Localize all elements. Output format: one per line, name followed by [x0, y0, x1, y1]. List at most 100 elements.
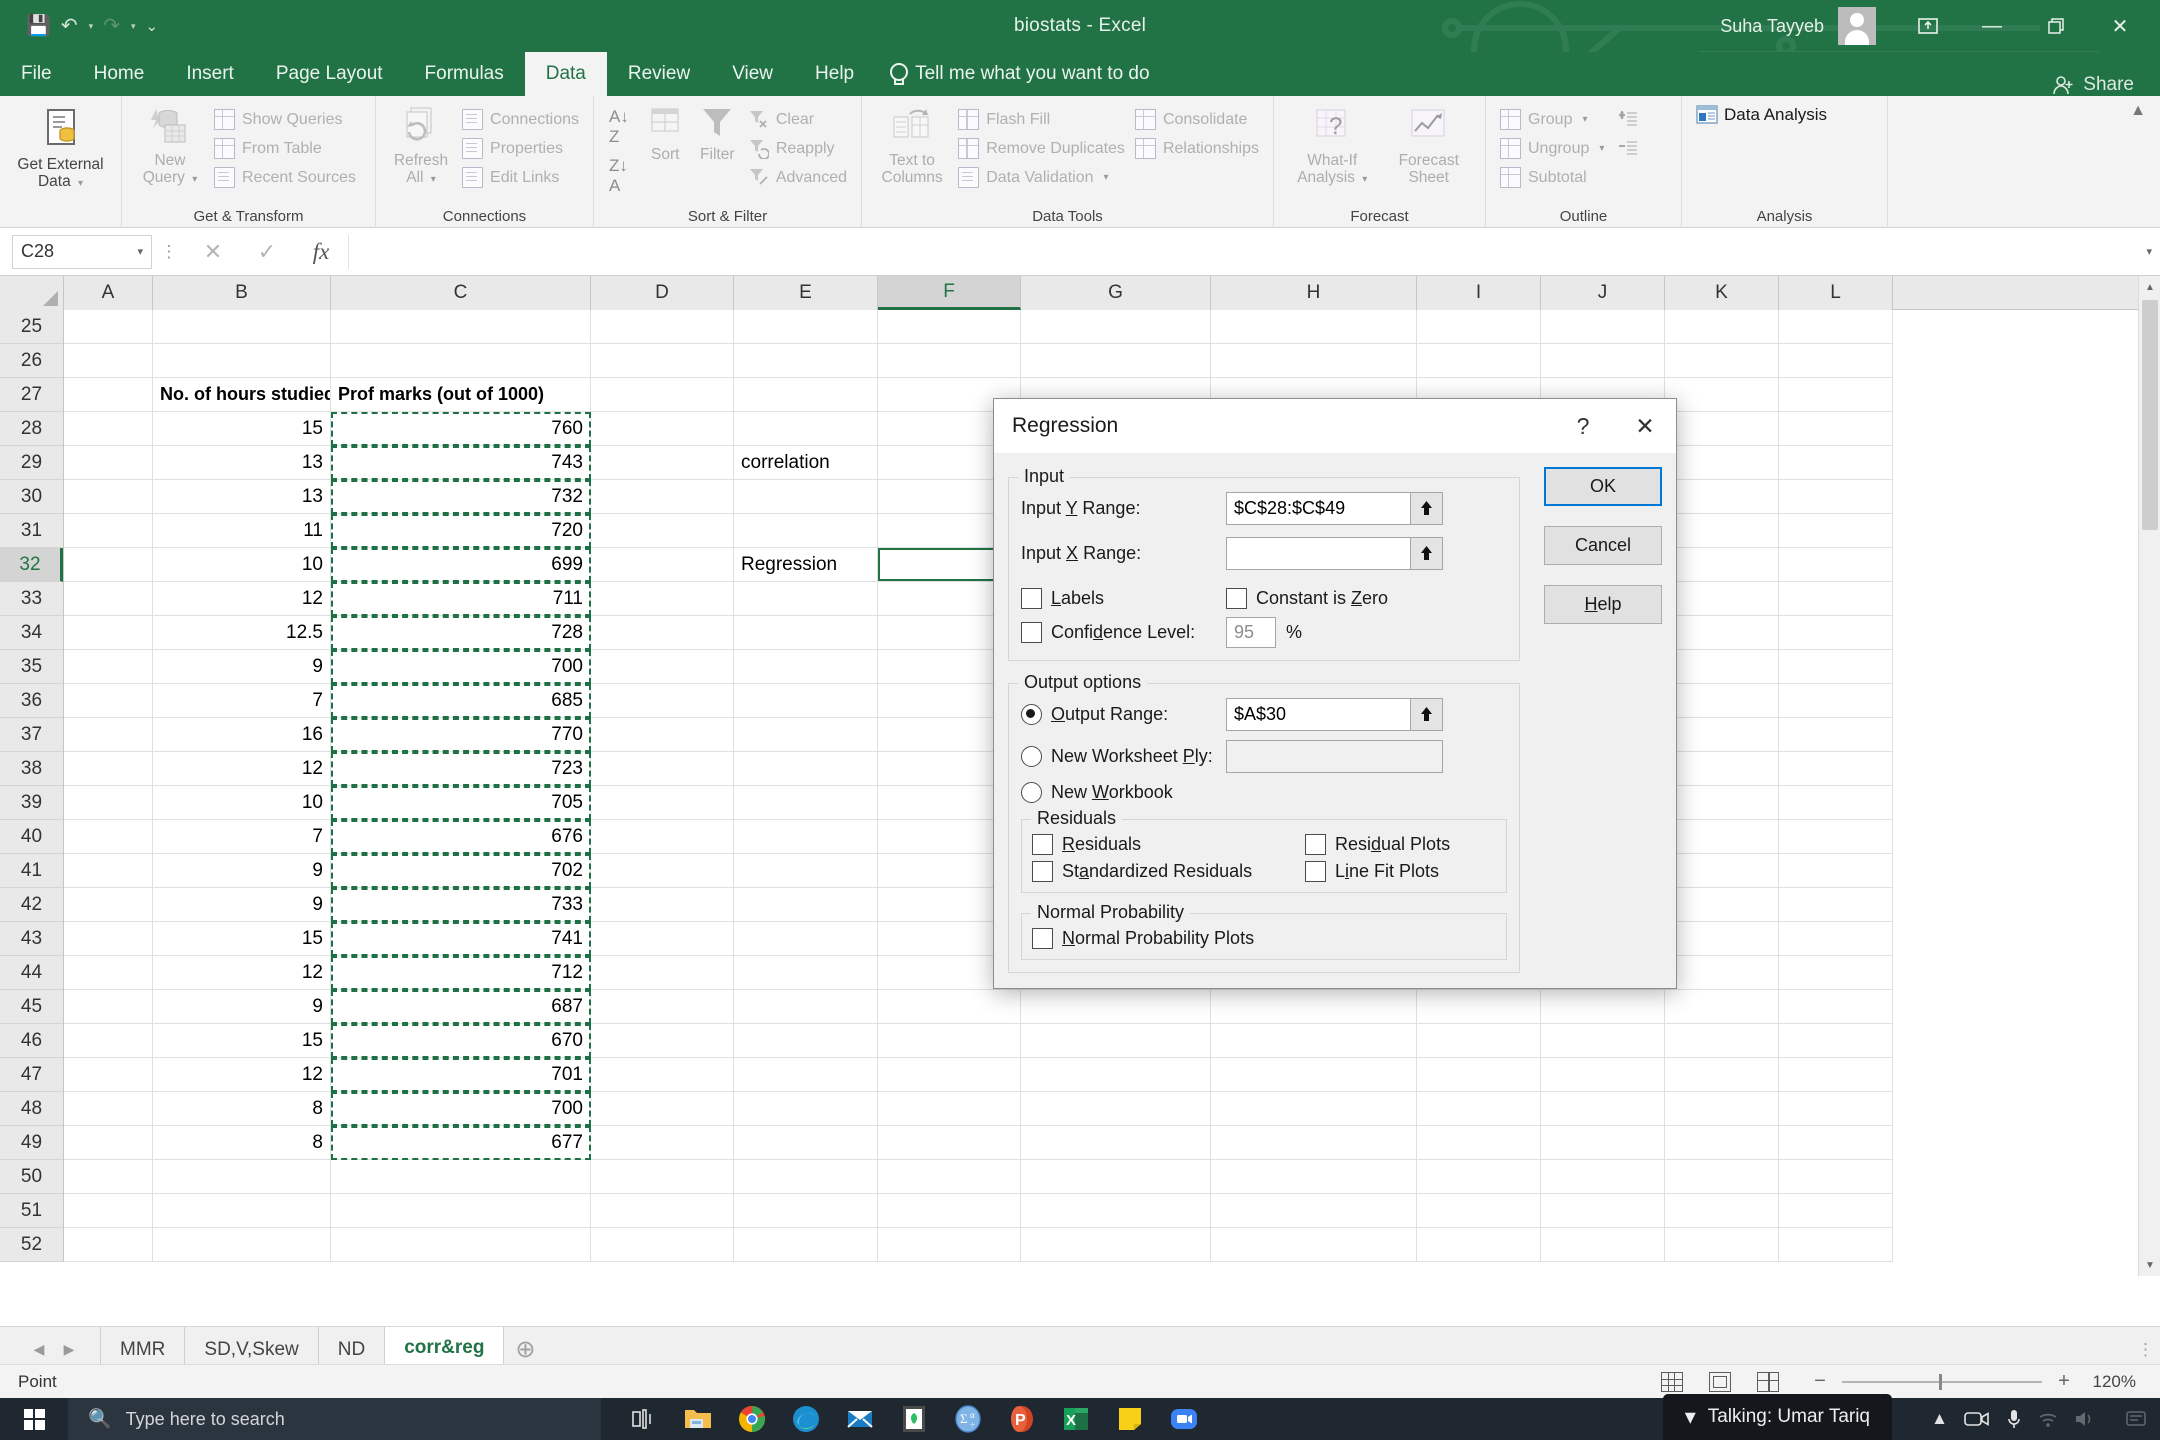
cell-A48[interactable]	[64, 1092, 153, 1126]
cell-K42[interactable]	[1665, 888, 1779, 922]
cell-K41[interactable]	[1665, 854, 1779, 888]
column-header-A[interactable]: A	[64, 276, 153, 310]
cell-G52[interactable]	[1021, 1228, 1211, 1262]
constant-is-zero-checkbox[interactable]	[1226, 588, 1247, 609]
tab-file[interactable]: File	[0, 52, 73, 96]
residual-plots-checkbox-row[interactable]: Residual Plots	[1305, 834, 1450, 855]
cell-L33[interactable]	[1779, 582, 1893, 616]
cell-K46[interactable]	[1665, 1024, 1779, 1058]
share-button[interactable]: Share	[2052, 74, 2160, 96]
cell-E41[interactable]	[734, 854, 878, 888]
cell-A29[interactable]	[64, 446, 153, 480]
reapply-button[interactable]: Reapply	[743, 135, 852, 162]
cell-A47[interactable]	[64, 1058, 153, 1092]
select-all-corner[interactable]	[0, 276, 64, 310]
zoom-in-button[interactable]: +	[2054, 1370, 2074, 1393]
cell-E47[interactable]	[734, 1058, 878, 1092]
cell-H52[interactable]	[1211, 1228, 1417, 1262]
cell-L47[interactable]	[1779, 1058, 1893, 1092]
row-header-48[interactable]: 48	[0, 1092, 63, 1126]
cell-E40[interactable]	[734, 820, 878, 854]
row-header-49[interactable]: 49	[0, 1126, 63, 1160]
cell-I45[interactable]	[1417, 990, 1541, 1024]
cell-D30[interactable]	[591, 480, 734, 514]
column-header-D[interactable]: D	[591, 276, 734, 310]
cell-K28[interactable]	[1665, 412, 1779, 446]
cell-C46[interactable]: 670	[331, 1024, 591, 1058]
row-header-35[interactable]: 35	[0, 650, 63, 684]
cell-D26[interactable]	[591, 344, 734, 378]
confidence-level-checkbox[interactable]	[1021, 622, 1042, 643]
cell-B27[interactable]: No. of hours studied	[153, 378, 331, 412]
taskbar-search[interactable]: 🔍 Type here to search	[68, 1398, 601, 1440]
cell-C38[interactable]: 723	[331, 752, 591, 786]
cell-L51[interactable]	[1779, 1194, 1893, 1228]
cell-H50[interactable]	[1211, 1160, 1417, 1194]
page-break-view-button[interactable]	[1744, 1367, 1792, 1397]
column-header-K[interactable]: K	[1665, 276, 1779, 310]
cell-B46[interactable]: 15	[153, 1024, 331, 1058]
network-icon[interactable]	[2038, 1410, 2058, 1428]
cell-B47[interactable]: 12	[153, 1058, 331, 1092]
cell-L40[interactable]	[1779, 820, 1893, 854]
cell-I49[interactable]	[1417, 1126, 1541, 1160]
row-header-40[interactable]: 40	[0, 820, 63, 854]
row-header-30[interactable]: 30	[0, 480, 63, 514]
cell-J26[interactable]	[1541, 344, 1665, 378]
cell-F48[interactable]	[878, 1092, 1021, 1126]
new-worksheet-ply-field[interactable]	[1226, 740, 1443, 773]
volume-icon[interactable]	[2074, 1410, 2094, 1428]
cell-H49[interactable]	[1211, 1126, 1417, 1160]
chevron-down-icon[interactable]: ▾	[192, 174, 197, 185]
cell-D36[interactable]	[591, 684, 734, 718]
cell-L39[interactable]	[1779, 786, 1893, 820]
cell-D48[interactable]	[591, 1092, 734, 1126]
cell-E32[interactable]: Regression	[734, 548, 878, 582]
cell-E25[interactable]	[734, 310, 878, 344]
chevron-down-icon[interactable]: ▾	[137, 245, 143, 258]
cell-L44[interactable]	[1779, 956, 1893, 990]
chrome-icon[interactable]	[727, 1398, 777, 1440]
cell-F25[interactable]	[878, 310, 1021, 344]
cell-L37[interactable]	[1779, 718, 1893, 752]
cell-B39[interactable]: 10	[153, 786, 331, 820]
cell-L42[interactable]	[1779, 888, 1893, 922]
data-analysis-button[interactable]: Data Analysis	[1691, 101, 1832, 128]
scroll-up-icon[interactable]: ▲	[2139, 276, 2160, 298]
powerpoint-icon[interactable]: P	[997, 1398, 1047, 1440]
advanced-filter-button[interactable]: Advanced	[743, 164, 852, 191]
column-header-F[interactable]: F	[878, 276, 1021, 310]
line-fit-plots-checkbox[interactable]	[1305, 861, 1326, 882]
cell-C30[interactable]: 732	[331, 480, 591, 514]
cell-A40[interactable]	[64, 820, 153, 854]
cell-E51[interactable]	[734, 1194, 878, 1228]
cell-K49[interactable]	[1665, 1126, 1779, 1160]
cell-C51[interactable]	[331, 1194, 591, 1228]
cell-J45[interactable]	[1541, 990, 1665, 1024]
row-header-31[interactable]: 31	[0, 514, 63, 548]
column-header-E[interactable]: E	[734, 276, 878, 310]
zoom-slider[interactable]	[1842, 1381, 2042, 1383]
get-external-data-button[interactable]: Get External Data ▾	[9, 103, 112, 192]
cell-C29[interactable]: 743	[331, 446, 591, 480]
column-header-B[interactable]: B	[153, 276, 331, 310]
cell-J47[interactable]	[1541, 1058, 1665, 1092]
cell-F52[interactable]	[878, 1228, 1021, 1262]
cell-C44[interactable]: 712	[331, 956, 591, 990]
cell-E50[interactable]	[734, 1160, 878, 1194]
cell-I25[interactable]	[1417, 310, 1541, 344]
cell-L30[interactable]	[1779, 480, 1893, 514]
row-header-32[interactable]: 32	[0, 548, 63, 582]
cell-I48[interactable]	[1417, 1092, 1541, 1126]
cell-E34[interactable]	[734, 616, 878, 650]
column-header-I[interactable]: I	[1417, 276, 1541, 310]
cell-L27[interactable]	[1779, 378, 1893, 412]
cell-K44[interactable]	[1665, 956, 1779, 990]
cell-H25[interactable]	[1211, 310, 1417, 344]
cell-B50[interactable]	[153, 1160, 331, 1194]
cell-C42[interactable]: 733	[331, 888, 591, 922]
next-sheet-icon[interactable]: ▶	[56, 1337, 82, 1363]
cell-E31[interactable]	[734, 514, 878, 548]
cell-C45[interactable]: 687	[331, 990, 591, 1024]
input-y-range-field[interactable]: $C$28:$C$49	[1226, 492, 1411, 525]
